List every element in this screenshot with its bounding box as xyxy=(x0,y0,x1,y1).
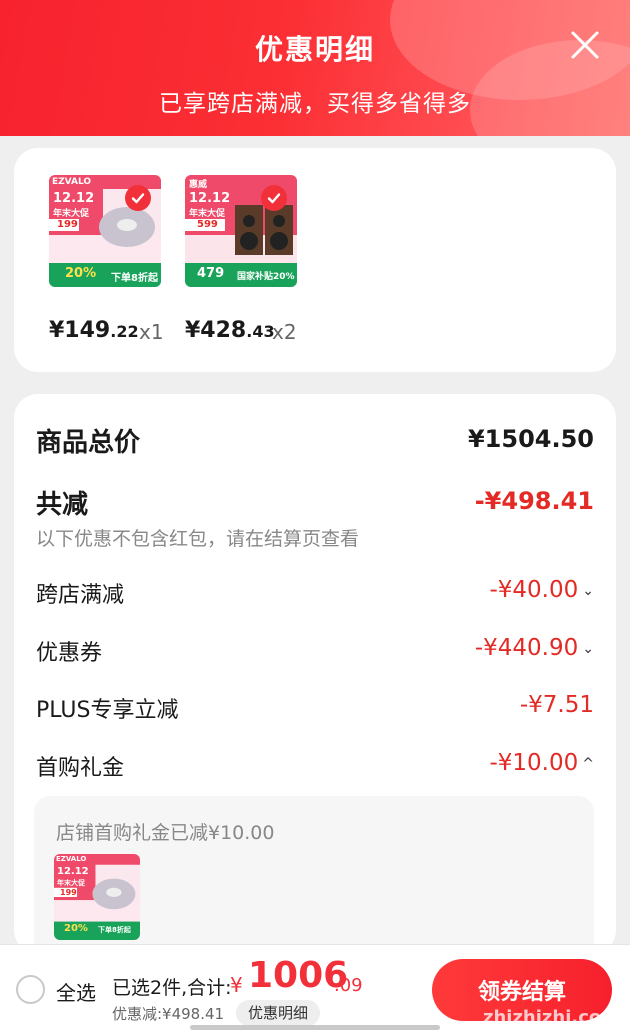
thumb-cta: 下单8折起 xyxy=(111,273,158,284)
select-all-label[interactable]: 全选 xyxy=(56,977,96,1006)
thumb-price: 199 xyxy=(57,219,78,230)
header: 优惠明细 已享跨店满减，买得多省得多 xyxy=(0,0,630,136)
thumb-cta: 国家补贴20% xyxy=(237,272,295,282)
close-button[interactable] xyxy=(566,26,604,64)
total-amount-decimal: .09 xyxy=(334,975,363,996)
thumb-percent: 20% xyxy=(64,923,88,934)
select-all-radio[interactable] xyxy=(16,975,45,1004)
discount-row-label: 跨店满减 xyxy=(36,583,125,608)
product-price: ¥428.43 xyxy=(185,318,275,343)
discount-row-value[interactable]: -¥10.00 ^ xyxy=(489,750,594,776)
discount-row-label: PLUS专享立减 xyxy=(36,698,179,723)
thumb-brand: EZVALO xyxy=(52,177,92,187)
thumb-promo: 12.12 xyxy=(189,191,231,206)
product-thumbnail[interactable]: 惠威 12.12 年末大促 599 479 国家补贴20% xyxy=(185,175,297,287)
discount-detail-button[interactable]: 优惠明细 xyxy=(236,1000,321,1026)
total-price-value: ¥1504.50 xyxy=(467,425,594,453)
thumb-sub: 年末大促 xyxy=(53,209,90,219)
page-subtitle: 已享跨店满减，买得多省得多 xyxy=(159,91,471,117)
thumb-percent: 479 xyxy=(197,266,225,281)
discount-row-value[interactable]: -¥440.90 ⌄ xyxy=(475,635,594,661)
thumb-promo: 12.12 xyxy=(57,866,89,877)
product-thumbnail[interactable]: EZVALO 12.12 年末大促 199 20% 下单8折起 xyxy=(49,175,161,287)
discount-row-value[interactable]: -¥40.00 ⌄ xyxy=(489,577,594,603)
watermark: zhizhizhi.com xyxy=(482,1007,620,1028)
total-price-label: 商品总价 xyxy=(36,428,141,458)
discount-summary-card: 商品总价 ¥1504.50 共减 -¥498.41 以下优惠不包含红包，请在结算… xyxy=(14,394,616,966)
close-icon xyxy=(571,31,599,59)
thumb-sub: 年末大促 xyxy=(189,209,226,219)
product-price: ¥149.22 xyxy=(49,318,139,343)
thumb-percent: 20% xyxy=(65,266,97,281)
total-reduced-label: 共减 xyxy=(36,490,89,520)
thumb-price: 599 xyxy=(197,219,218,230)
products-card: EZVALO 12.12 年末大促 199 20% 下单8折起 ¥149.22 … xyxy=(14,148,616,372)
saved-amount: 优惠减:¥498.41 xyxy=(112,1005,225,1023)
total-currency: ¥ xyxy=(230,973,243,997)
chevron-up-icon: ^ xyxy=(582,755,594,772)
first-purchase-detail: 店铺首购礼金已减¥10.00 EZVALO 12.12 年末大促 199 20%… xyxy=(34,796,594,966)
chevron-down-icon: ⌄ xyxy=(582,582,594,599)
thumb-sub: 年末大促 xyxy=(57,879,85,887)
discount-hint: 以下优惠不包含红包，请在结算页查看 xyxy=(36,528,360,550)
chevron-down-icon: ⌄ xyxy=(582,640,594,657)
product-thumbnail[interactable]: EZVALO 12.12 年末大促 199 20% 下单8折起 xyxy=(54,854,140,940)
thumb-price: 199 xyxy=(60,888,77,897)
selected-count: 已选2件,合计: xyxy=(112,977,232,999)
total-reduced-value: -¥498.41 xyxy=(474,487,594,515)
home-indicator xyxy=(190,1025,440,1030)
discount-row-label: 首购礼金 xyxy=(36,756,125,781)
thumb-cta: 下单8折起 xyxy=(98,926,131,934)
first-purchase-title: 店铺首购礼金已减¥10.00 xyxy=(56,822,275,844)
product-quantity: x2 xyxy=(272,320,297,344)
thumb-promo: 12.12 xyxy=(53,191,95,206)
checkout-bar: 全选 已选2件,合计: ¥ 1006 .09 优惠减:¥498.41 优惠明细 … xyxy=(0,944,630,1032)
thumb-brand: EZVALO xyxy=(56,855,87,863)
discount-row-value: -¥7.51 xyxy=(519,692,594,718)
product-quantity: x1 xyxy=(139,320,164,344)
discount-row-label: 优惠券 xyxy=(36,641,103,666)
selected-check-icon xyxy=(125,185,151,211)
thumb-brand: 惠威 xyxy=(189,180,208,190)
page-title: 优惠明细 xyxy=(254,33,375,66)
selected-check-icon xyxy=(261,185,287,211)
